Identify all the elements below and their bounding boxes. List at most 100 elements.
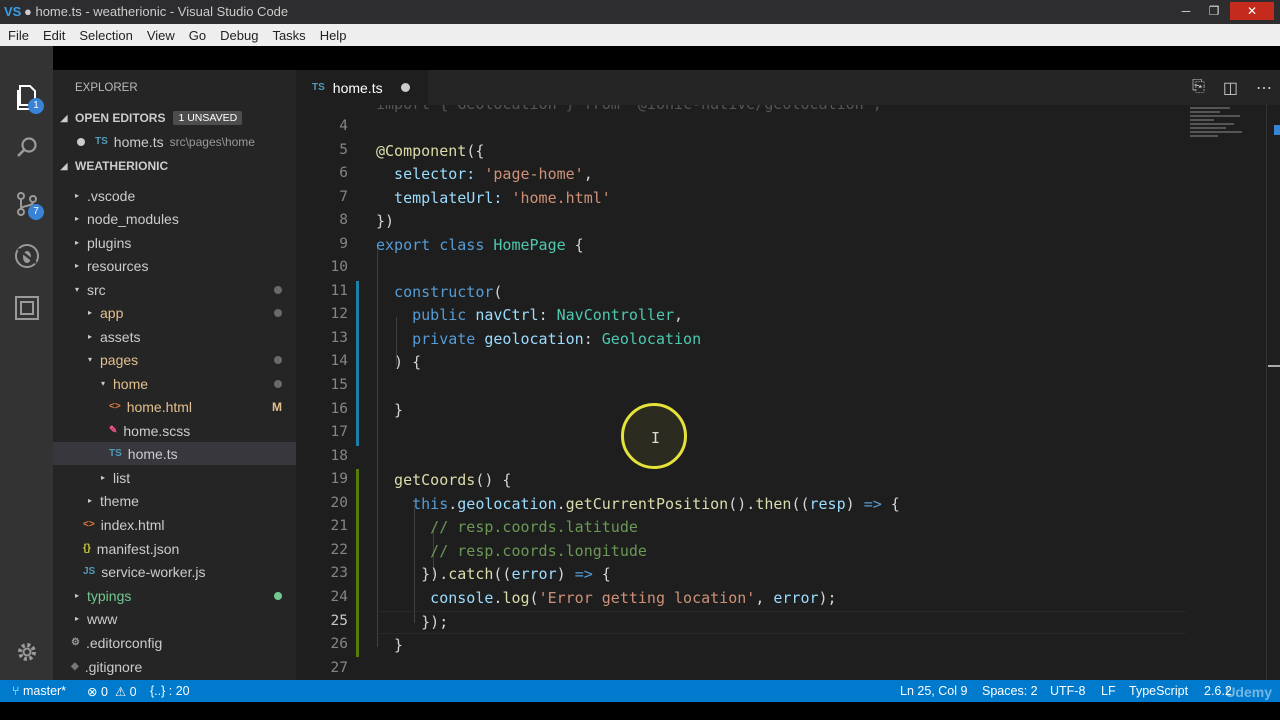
unsaved-dot-icon[interactable] — [401, 83, 410, 92]
tree-label: typings — [87, 587, 132, 604]
tree-item-node-modules[interactable]: ▸ node_modules — [53, 207, 296, 230]
modified-dot-icon — [274, 379, 282, 388]
more-actions-icon[interactable]: ⋯ — [1256, 78, 1272, 98]
indentation[interactable]: Spaces: 2 — [982, 684, 1038, 698]
explorer-icon[interactable] — [0, 74, 53, 122]
scm-badge: 7 — [28, 204, 44, 220]
minimap[interactable] — [1190, 105, 1256, 165]
tree-item-home-html[interactable]: <> home.html M — [53, 395, 296, 418]
line-number: 9 — [339, 236, 348, 252]
editor-scrollbar[interactable] — [1266, 105, 1280, 680]
modified-dot-icon — [274, 285, 282, 294]
scrollbar-marker — [1274, 125, 1280, 135]
line-number: 27 — [330, 660, 348, 676]
line-number: 19 — [330, 471, 348, 487]
split-editor-icon[interactable]: ◫ — [1223, 78, 1238, 98]
language-mode[interactable]: TypeScript — [1129, 684, 1188, 698]
tree-label: theme — [100, 492, 139, 509]
menu-go[interactable]: Go — [183, 28, 212, 43]
tree-item-plugins[interactable]: ▸ plugins — [53, 231, 296, 254]
tree-item-resources[interactable]: ▸ resources — [53, 254, 296, 277]
line-number: 23 — [330, 565, 348, 581]
tree-item-app[interactable]: ▸ app — [53, 301, 296, 324]
cursor-position[interactable]: Ln 25, Col 9 — [900, 684, 967, 698]
tree-label: .vscode — [87, 187, 136, 204]
tree-label: home.scss — [123, 422, 191, 439]
menu-tasks[interactable]: Tasks — [266, 28, 311, 43]
tree-item-editorconfig[interactable]: ⚙ .editorconfig — [53, 631, 296, 654]
line-number: 20 — [330, 495, 348, 511]
tree-label: manifest.json — [96, 540, 180, 557]
tree-item-www[interactable]: ▸ www — [53, 607, 296, 630]
extensions-icon[interactable] — [0, 284, 53, 332]
tab-home-ts[interactable]: TS home.ts — [296, 70, 428, 105]
code-line-11: constructor( — [376, 283, 503, 301]
search-icon[interactable] — [0, 124, 53, 172]
code-line-14: ) { — [376, 353, 422, 371]
menu-edit[interactable]: Edit — [37, 28, 71, 43]
collapse-triangle-icon: ◢ — [60, 160, 68, 171]
menu-selection[interactable]: Selection — [73, 28, 138, 43]
window-title: ● home.ts - weatherionic - Visual Studio… — [24, 4, 289, 19]
tree-item-home-ts[interactable]: TS home.ts — [53, 442, 296, 465]
tree-item-assets[interactable]: ▸ assets — [53, 325, 296, 348]
tree-item-vscode[interactable]: ▸ .vscode — [53, 184, 296, 207]
line-number: 25 — [330, 613, 348, 629]
menu-help[interactable]: Help — [314, 28, 353, 43]
open-changes-icon[interactable]: ⎘ — [1192, 78, 1205, 98]
menu-debug[interactable]: Debug — [214, 28, 264, 43]
code-line-7: templateUrl: 'home.html' — [376, 189, 611, 207]
menu-bar: File Edit Selection View Go Debug Tasks … — [0, 24, 1280, 46]
open-editor-name: home.ts — [113, 133, 164, 150]
line-number: 4 — [339, 118, 348, 134]
collapse-triangle-icon: ◢ — [60, 112, 68, 123]
warnings-indicator[interactable]: ⚠ 0 — [115, 684, 137, 699]
tree-item-list[interactable]: ▸ list — [53, 466, 296, 489]
close-icon[interactable]: ✕ — [1230, 2, 1274, 20]
tree-label: src — [87, 281, 106, 298]
settings-gear-icon[interactable] — [0, 628, 53, 676]
open-editors-label: OPEN EDITORS — [75, 111, 166, 125]
tree-label: home.ts — [127, 445, 178, 462]
line-number: 11 — [330, 283, 348, 299]
project-header[interactable]: ◢ WEATHERIONIC — [53, 155, 296, 177]
source-control-icon[interactable] — [0, 180, 53, 228]
tree-label: .editorconfig — [85, 634, 163, 651]
code-line-6: selector: 'page-home', — [376, 165, 593, 183]
tree-item-service-worker-js[interactable]: JS service-worker.js — [53, 560, 296, 583]
debug-icon[interactable] — [0, 232, 53, 280]
code-line-5: @Component({ — [376, 142, 485, 160]
errors-indicator[interactable]: ⊗ 0 — [87, 684, 108, 699]
line-number: 10 — [330, 259, 348, 275]
line-number: 12 — [330, 306, 348, 322]
git-modified-marker — [356, 281, 359, 446]
menu-view[interactable]: View — [141, 28, 181, 43]
symbols-indicator[interactable]: {..} : 20 — [150, 684, 190, 698]
tree-item-home-folder[interactable]: ▾ home — [53, 372, 296, 395]
code-editor[interactable]: import { Geolocation } from '@ionic-nati… — [296, 105, 1280, 680]
line-ending[interactable]: LF — [1101, 684, 1116, 698]
open-editor-item[interactable]: TS home.ts src\pages\home — [53, 130, 296, 153]
ts-file-icon: TS — [109, 448, 122, 459]
tree-item-theme[interactable]: ▸ theme — [53, 489, 296, 512]
tree-item-gitignore[interactable]: ◆ .gitignore — [53, 655, 296, 678]
git-added-marker — [356, 469, 359, 657]
chevron-right-icon: ▸ — [75, 191, 80, 200]
tree-item-pages[interactable]: ▾ pages — [53, 348, 296, 371]
line-number: 15 — [330, 377, 348, 393]
tree-item-manifest-json[interactable]: {} manifest.json — [53, 537, 296, 560]
tree-item-typings[interactable]: ▸ typings — [53, 584, 296, 607]
branch-indicator[interactable]: ⑂ master* — [12, 684, 66, 698]
menu-file[interactable]: File — [2, 28, 35, 43]
minimize-icon[interactable]: ─ — [1174, 2, 1198, 20]
open-editors-header[interactable]: ◢ OPEN EDITORS 1 UNSAVED — [53, 107, 296, 129]
encoding[interactable]: UTF-8 — [1050, 684, 1085, 698]
tree-item-src[interactable]: ▾ src — [53, 278, 296, 301]
code-line-19: getCoords() { — [376, 471, 512, 489]
status-bar: ⑂ master* ⊗ 0 ⚠ 0 {..} : 20 Ln 25, Col 9… — [0, 680, 1280, 702]
tree-item-index-html[interactable]: <> index.html — [53, 513, 296, 536]
git-file-icon: ◆ — [71, 661, 79, 672]
restore-icon[interactable]: ❐ — [1202, 2, 1226, 20]
code-line-8: }) — [376, 212, 395, 230]
tree-item-home-scss[interactable]: ✎ home.scss — [53, 419, 296, 442]
